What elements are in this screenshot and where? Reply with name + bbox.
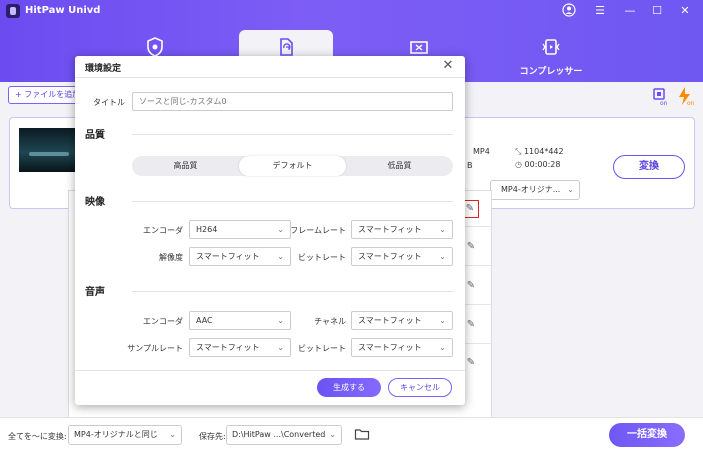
video-encoder-value: H264	[196, 225, 218, 234]
convert-all-button[interactable]: 一括変換	[609, 423, 685, 447]
channel-label: チャネル	[314, 317, 346, 326]
output-format-value: MP4-オリジナ...	[501, 185, 561, 194]
edit-preset-icon[interactable]: ✎	[465, 241, 477, 253]
convert-all-to-label: 全てを～に変換:	[8, 432, 67, 441]
edit-preset-icon[interactable]: ✎	[465, 280, 477, 292]
samplerate-label: サンプルレート	[127, 344, 183, 353]
video-bitrate-value: スマートフィット	[358, 252, 422, 261]
video-bitrate-select[interactable]: スマートフィット ⌄	[351, 247, 453, 266]
samplerate-value: スマートフィット	[196, 343, 260, 352]
maximize-icon[interactable]: ☐	[649, 3, 665, 19]
tab-label: コンプレッサー	[519, 67, 583, 77]
edit-preset-icon[interactable]: ✎	[465, 357, 477, 369]
section-divider	[132, 291, 453, 292]
title-input[interactable]	[132, 92, 453, 111]
preferences-dialog: 環境設定 ✕ タイトル 品質 高品質 デフォルト 低品質 映像 エンコーダ H2…	[75, 56, 465, 405]
audio-bitrate-select[interactable]: スマートフィット ⌄	[351, 338, 453, 357]
clock-icon: ◷	[515, 160, 525, 169]
chevron-down-icon: ⌄	[439, 225, 446, 234]
cancel-button[interactable]: キャンセル	[388, 378, 452, 397]
tab-nav-compressor[interactable]: コンプレッサー	[508, 30, 594, 82]
dialog-divider	[75, 77, 465, 78]
account-icon[interactable]	[561, 3, 577, 19]
resize-icon: ⤡	[515, 147, 524, 156]
quality-segmented-control: 高品質 デフォルト 低品質	[132, 156, 453, 176]
video-thumbnail[interactable]	[19, 128, 79, 172]
duration-label: ◷ 00:00:28	[515, 160, 560, 169]
menu-icon[interactable]: ☰	[592, 3, 608, 19]
section-divider	[132, 134, 453, 135]
resolution-select[interactable]: スマートフィット ⌄	[189, 247, 291, 266]
audio-bitrate-value: スマートフィット	[358, 343, 422, 352]
convert-button[interactable]: 変換	[613, 155, 685, 179]
convert-all-format-value: MP4-オリジナルと同じ	[74, 430, 158, 439]
save-path-select[interactable]: D:\HitPaw ...\Converted ⌄	[226, 425, 342, 445]
channel-select[interactable]: スマートフィット ⌄	[351, 311, 453, 330]
save-path-value: D:\HitPaw ...\Converted	[232, 430, 326, 439]
app-logo-icon	[6, 4, 20, 18]
video-bitrate-label: ビットレート	[298, 253, 346, 262]
chevron-down-icon: ⌄	[439, 343, 446, 352]
audio-encoder-select[interactable]: AAC ⌄	[189, 311, 291, 330]
bottom-bar: 全てを～に変換: MP4-オリジナルと同じ ⌄ 保存先: D:\HitPaw .…	[0, 417, 703, 450]
framerate-value: スマートフィット	[358, 225, 422, 234]
section-divider	[132, 201, 453, 202]
resolution-value: 1104*442	[523, 147, 564, 156]
chevron-down-icon: ⌄	[567, 185, 574, 194]
resolution-label: ⤡ 1104*442	[515, 147, 564, 157]
folder-icon[interactable]	[354, 426, 370, 442]
quality-option-low[interactable]: 低品質	[346, 156, 453, 176]
app-title: HitPaw Univd	[25, 5, 101, 16]
format-label: MP4	[473, 147, 490, 156]
shield-icon	[147, 37, 163, 57]
file-size-label: B	[467, 161, 473, 170]
samplerate-select[interactable]: スマートフィット ⌄	[189, 338, 291, 357]
chevron-down-icon: ⌄	[329, 430, 336, 439]
quality-option-high[interactable]: 高品質	[132, 156, 239, 176]
close-window-icon[interactable]: ✕	[677, 3, 693, 19]
hardware-acceleration-icon[interactable]: on	[650, 86, 670, 107]
resolution-label: 解像度	[159, 253, 183, 262]
chevron-down-icon: ⌄	[277, 225, 284, 234]
chevron-down-icon: ⌄	[277, 343, 284, 352]
duration-value: 00:00:28	[524, 160, 561, 169]
chevron-down-icon: ⌄	[439, 252, 446, 261]
audio-encoder-label: エンコーダ	[143, 317, 183, 326]
close-icon[interactable]: ✕	[441, 59, 455, 73]
audio-encoder-value: AAC	[196, 316, 213, 325]
output-format-select[interactable]: MP4-オリジナ... ⌄	[490, 180, 580, 200]
video-encoder-label: エンコーダ	[143, 226, 183, 235]
convert-file-icon	[280, 38, 293, 56]
chevron-down-icon: ⌄	[439, 316, 446, 325]
svg-text:on: on	[660, 100, 668, 106]
convert-all-format-select[interactable]: MP4-オリジナルと同じ ⌄	[68, 425, 182, 445]
dialog-title: 環境設定	[85, 64, 122, 74]
resolution-value: スマートフィット	[196, 252, 260, 261]
quality-option-default[interactable]: デフォルト	[239, 156, 346, 176]
video-encoder-select[interactable]: H264 ⌄	[189, 220, 291, 239]
edit-preset-icon[interactable]: ✎	[465, 319, 477, 331]
save-to-label: 保存先:	[199, 432, 226, 441]
svg-text:on: on	[687, 100, 695, 106]
compressor-icon	[542, 39, 560, 55]
chevron-down-icon: ⌄	[277, 316, 284, 325]
video-heading: 映像	[85, 197, 105, 208]
channel-value: スマートフィット	[358, 316, 422, 325]
framerate-select[interactable]: スマートフィット ⌄	[351, 220, 453, 239]
title-field-label: タイトル	[93, 98, 125, 107]
audio-heading: 音声	[85, 287, 105, 298]
chevron-down-icon: ⌄	[169, 430, 176, 439]
audio-bitrate-label: ビットレート	[298, 344, 346, 353]
chevron-down-icon: ⌄	[277, 252, 284, 261]
quality-heading: 品質	[85, 130, 105, 141]
crop-icon	[410, 41, 428, 54]
dialog-footer-divider	[75, 370, 465, 371]
generate-button[interactable]: 生成する	[317, 378, 381, 397]
lightning-icon[interactable]: on	[676, 86, 696, 107]
framerate-label: フレームレート	[290, 226, 346, 235]
minimize-icon[interactable]: —	[622, 3, 638, 19]
